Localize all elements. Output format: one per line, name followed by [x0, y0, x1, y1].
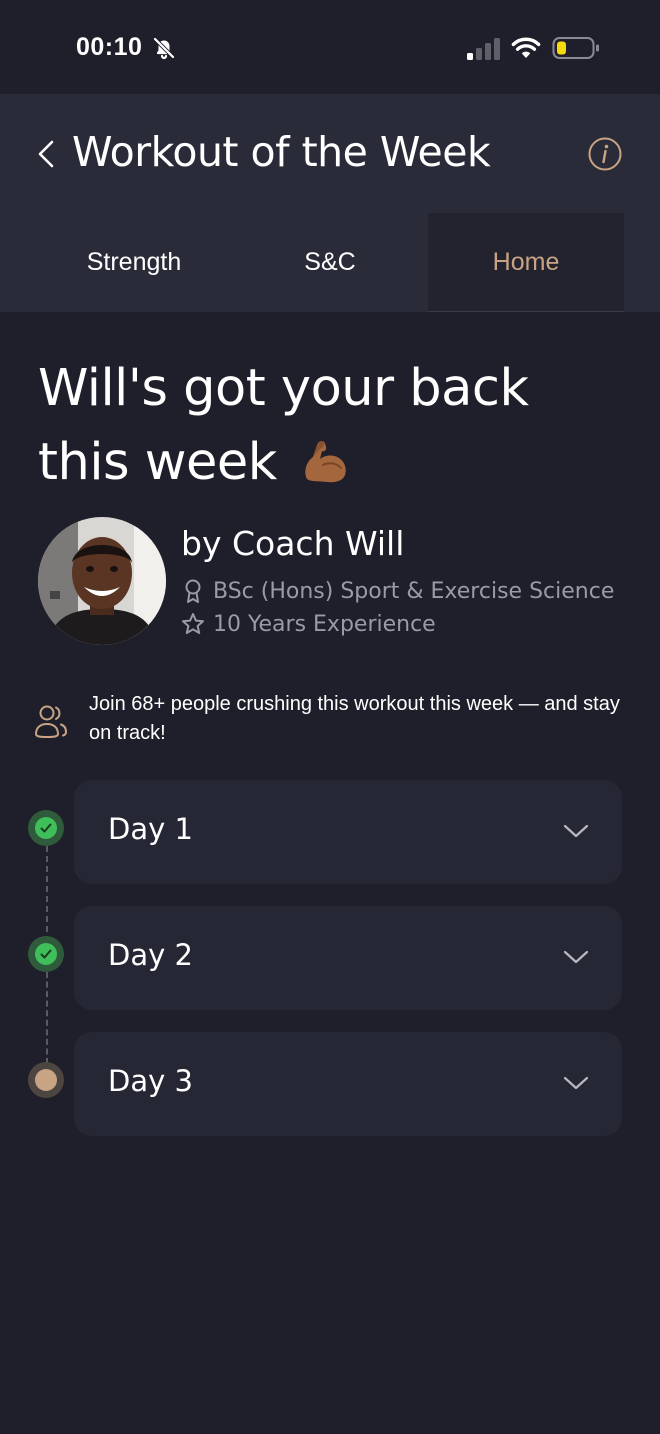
tab-label: Home: [492, 247, 560, 276]
hero-title-line1: Will's got your back: [38, 359, 529, 418]
status-bar: 00:10: [0, 0, 660, 94]
info-icon[interactable]: [588, 137, 622, 171]
tab-strength[interactable]: Strength: [36, 213, 232, 312]
tab-bar: Strength S&C Home: [36, 213, 624, 312]
coach-experience: 10 Years Experience: [181, 609, 436, 639]
hero-title-line2: this week: [38, 433, 277, 492]
page-title: Workout of the Week: [72, 128, 491, 176]
coach-qualification: BSc (Hons) Sport & Exercise Science: [181, 576, 614, 606]
day-2-card[interactable]: Day 2: [74, 906, 622, 1010]
chevron-down-icon[interactable]: [563, 1074, 589, 1092]
battery-low-icon: [552, 37, 599, 59]
chevron-down-icon[interactable]: [563, 822, 589, 840]
bell-off-icon: [153, 37, 175, 60]
timeline-connector: [46, 846, 48, 942]
coach-qualification-text: BSc (Hons) Sport & Exercise Science: [213, 578, 615, 604]
flexed-biceps-icon: [304, 441, 346, 483]
tab-s-and-c[interactable]: S&C: [232, 213, 428, 312]
coach-name: by Coach Will: [181, 524, 405, 563]
day-3-card[interactable]: Day 3: [74, 1032, 622, 1136]
day-label: Day 2: [108, 938, 193, 972]
day-1-status-completed: [28, 810, 64, 846]
coach-experience-text: 10 Years Experience: [213, 611, 436, 637]
people-icon: [34, 705, 68, 739]
chevron-left-icon[interactable]: [36, 138, 56, 170]
check-icon: [40, 949, 52, 959]
day-label: Day 1: [108, 812, 193, 846]
join-banner-text: Join 68+ people crushing this workout th…: [89, 693, 620, 744]
status-time: 00:10: [76, 33, 143, 61]
day-2-status-completed: [28, 936, 64, 972]
tab-home[interactable]: Home: [428, 213, 624, 312]
award-icon: [185, 579, 201, 603]
coach-avatar: [38, 517, 166, 645]
check-icon: [40, 823, 52, 833]
signal-icon: [467, 38, 500, 60]
chevron-down-icon[interactable]: [563, 948, 589, 966]
tab-label: Strength: [86, 248, 182, 276]
timeline-connector: [46, 972, 48, 1064]
tab-label: S&C: [304, 248, 356, 276]
day-3-status-pending: [28, 1062, 64, 1098]
day-label: Day 3: [108, 1064, 193, 1098]
hero-title: Will's got your back this week: [38, 352, 638, 500]
day-1-card[interactable]: Day 1: [74, 780, 622, 884]
wifi-icon: [511, 37, 541, 58]
star-icon: [182, 613, 204, 634]
